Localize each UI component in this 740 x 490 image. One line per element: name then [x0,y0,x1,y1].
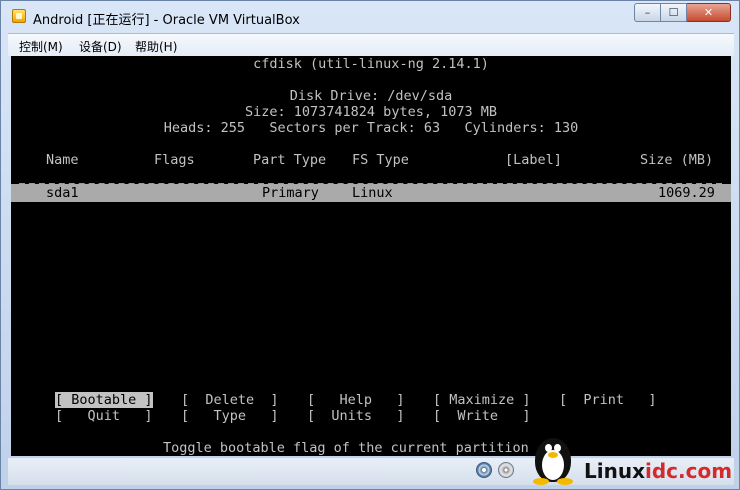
watermark-logo: Linuxidc.com [584,460,732,482]
optical-drive-icon[interactable] [498,462,514,478]
hard-disk-icon[interactable] [476,462,492,478]
partition-fs-type: Linux [352,185,393,201]
close-button[interactable]: ✕ [687,3,731,22]
watermark-part-2: nux [603,459,645,483]
help-text: Toggle bootable flag of the current part… [163,440,529,456]
column-label: [Label] [505,152,562,168]
minimize-button[interactable]: – [634,3,661,22]
maximize-button[interactable]: ☐ [661,3,687,22]
status-bar: Linuxidc.com [8,438,734,485]
title-bar[interactable]: Android [正在运行] - Oracle VM VirtualBox – … [1,1,739,31]
watermark-part-3: idc.com [645,459,733,483]
menu-units-button[interactable]: [ Units ] [307,408,405,424]
disk-size-line: Size: 1073741824 bytes, 1073 MB [245,104,497,120]
column-part-type: Part Type [253,152,327,168]
cfdisk-title: cfdisk (util-linux-ng 2.14.1) [253,56,489,72]
menu-bootable-button[interactable]: [ Bootable ] [55,392,153,408]
window-controls: – ☐ ✕ [634,3,731,22]
virtualbox-window: Android [正在运行] - Oracle VM VirtualBox – … [0,0,740,490]
menu-type-button[interactable]: [ Type ] [181,408,279,424]
cfdisk-menu-row-2: [ Quit ] [ Type ] [ Units ] [ Write ] [11,408,731,424]
menu-quit-button[interactable]: [ Quit ] [55,408,153,424]
penguin-eye-right [554,444,561,452]
virtualbox-app-icon [12,9,26,23]
menu-bar: 控制(M) 设备(D) 帮助(H) [8,33,734,56]
partition-name: sda1 [46,185,79,201]
column-fs-type: FS Type [352,152,409,168]
disk-geometry-line: Heads: 255 Sectors per Track: 63 Cylinde… [163,120,579,136]
partition-row-selected[interactable]: sda1 Primary Linux 1069.29 [11,184,731,202]
disk-drive-line: Disk Drive: /dev/sda [289,88,453,104]
watermark-part-1: Li [584,459,604,483]
column-flags: Flags [154,152,195,168]
window-title: Android [正在运行] - Oracle VM VirtualBox [33,13,300,28]
menu-print-button[interactable]: [ Print ] [559,392,657,408]
cfdisk-help-line: Toggle bootable flag of the current part… [11,440,731,456]
partition-size: 1069.29 [658,185,715,201]
column-size: Size (MB) [640,152,714,168]
penguin-foot-left [533,478,549,485]
column-name: Name [46,152,79,168]
cfdisk-menu-row-1: [ Bootable ] [ Delete ] [ Help ] [ Maxim… [11,392,731,408]
partition-part-type: Primary [262,185,319,201]
menu-help-button[interactable]: [ Help ] [307,392,405,408]
penguin-foot-right [557,478,573,485]
menu-delete-button[interactable]: [ Delete ] [181,392,279,408]
menu-maximize-button[interactable]: [ Maximize ] [433,392,531,408]
tux-penguin-icon [523,428,583,486]
vm-console-screen[interactable]: cfdisk (util-linux-ng 2.14.1) Disk Drive… [11,56,731,456]
partition-table-header: Name Flags Part Type FS Type [Label] Siz… [11,152,731,168]
menu-write-button[interactable]: [ Write ] [433,408,531,424]
penguin-beak [548,452,558,458]
penguin-eye-left [545,444,552,452]
menu-help[interactable]: 帮助(H) [135,38,177,55]
menu-devices[interactable]: 设备(D) [79,38,122,55]
menu-control[interactable]: 控制(M) [19,38,63,55]
